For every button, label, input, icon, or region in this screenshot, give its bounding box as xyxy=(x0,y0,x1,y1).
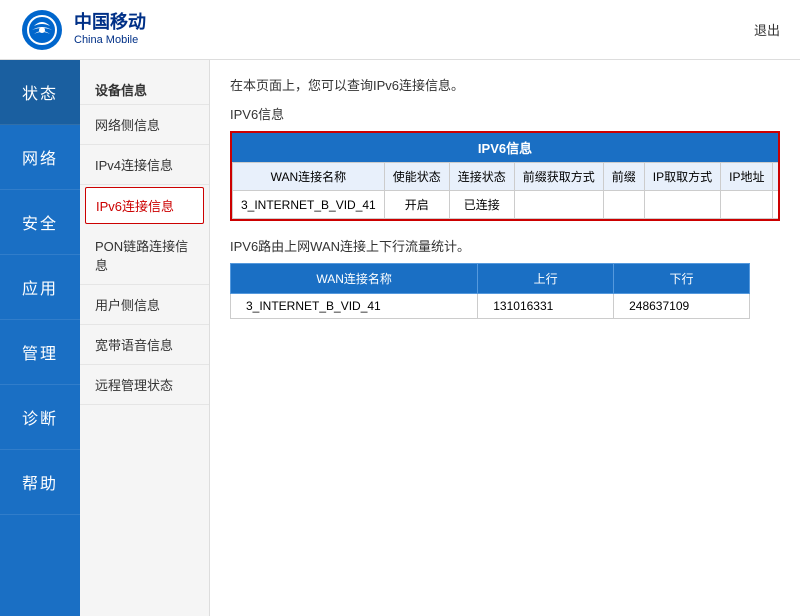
table-row: 3_INTERNET_B_VID_41131016331248637109 xyxy=(231,294,750,319)
sidebar-item-help[interactable]: 帮助 xyxy=(0,450,80,515)
main-layout: 状态 网络 安全 应用 管理 诊断 帮助 设备信息 网络侧信息 IPv4连接信息… xyxy=(0,60,800,616)
header: 中国移动 China Mobile 退出 xyxy=(0,0,800,60)
sub-item-pon[interactable]: PON链路连接信息 xyxy=(80,226,209,285)
logo-icon xyxy=(20,8,64,52)
sidebar-item-diagnose[interactable]: 诊断 xyxy=(0,385,80,450)
sub-item-ipv6[interactable]: IPv6连接信息 xyxy=(85,187,204,224)
col-header-connect: 连接状态 xyxy=(449,163,514,191)
col-header-prefix: 前缀 xyxy=(603,163,644,191)
traffic-table: WAN连接名称 上行 下行 3_INTERNET_B_VID_411310163… xyxy=(230,263,750,319)
content-area: 在本页面上，您可以查询IPv6连接信息。 IPV6信息 IPV6信息 WAN连接… xyxy=(210,60,800,616)
logout-button[interactable]: 退出 xyxy=(754,20,780,39)
sub-sidebar: 设备信息 网络侧信息 IPv4连接信息 IPv6连接信息 PON链路连接信息 用… xyxy=(80,60,210,616)
logo-area: 中国移动 China Mobile xyxy=(20,8,146,52)
sub-item-ipv4[interactable]: IPv4连接信息 xyxy=(80,145,209,185)
logo-en: China Mobile xyxy=(74,34,146,47)
traffic-description: IPV6路由上网WAN连接上下行流量统计。 xyxy=(230,236,780,255)
sidebar-item-app[interactable]: 应用 xyxy=(0,255,80,320)
ipv6-box-header: IPV6信息 xyxy=(232,133,778,162)
col-header-prefix-method: 前缀获取方式 xyxy=(514,163,603,191)
sidebar-item-management[interactable]: 管理 xyxy=(0,320,80,385)
content-description: 在本页面上，您可以查询IPv6连接信息。 xyxy=(230,75,780,94)
sidebar-item-status[interactable]: 状态 xyxy=(0,60,80,125)
ipv6-section-title: IPV6信息 xyxy=(230,104,780,123)
col-header-enable: 使能状态 xyxy=(384,163,449,191)
sub-item-broadband-voice[interactable]: 宽带语音信息 xyxy=(80,325,209,365)
sub-item-network-side[interactable]: 网络侧信息 xyxy=(80,105,209,145)
sub-item-remote-mgmt[interactable]: 远程管理状态 xyxy=(80,365,209,405)
col-header-ip-method: IP取取方式 xyxy=(644,163,720,191)
col-header-primary-dns: 主用DNS xyxy=(773,163,780,191)
sidebar-item-network[interactable]: 网络 xyxy=(0,125,80,190)
ipv6-info-box: IPV6信息 WAN连接名称 使能状态 连接状态 前缀获取方式 前缀 IP取取方… xyxy=(230,131,780,221)
logo-cn: 中国移动 xyxy=(74,12,146,34)
sub-section-title: 设备信息 xyxy=(80,70,209,105)
traffic-col-upload: 上行 xyxy=(478,264,614,294)
sub-item-user-side[interactable]: 用户侧信息 xyxy=(80,285,209,325)
logo-text: 中国移动 China Mobile xyxy=(74,12,146,47)
sidebar-item-security[interactable]: 安全 xyxy=(0,190,80,255)
traffic-col-wan: WAN连接名称 xyxy=(231,264,478,294)
col-header-ip: IP地址 xyxy=(721,163,773,191)
traffic-col-download: 下行 xyxy=(614,264,750,294)
col-header-wan: WAN连接名称 xyxy=(233,163,385,191)
table-row: 3_INTERNET_B_VID_41开启已连接 xyxy=(233,191,781,219)
sidebar: 状态 网络 安全 应用 管理 诊断 帮助 xyxy=(0,60,80,616)
ipv6-table: WAN连接名称 使能状态 连接状态 前缀获取方式 前缀 IP取取方式 IP地址 … xyxy=(232,162,780,219)
